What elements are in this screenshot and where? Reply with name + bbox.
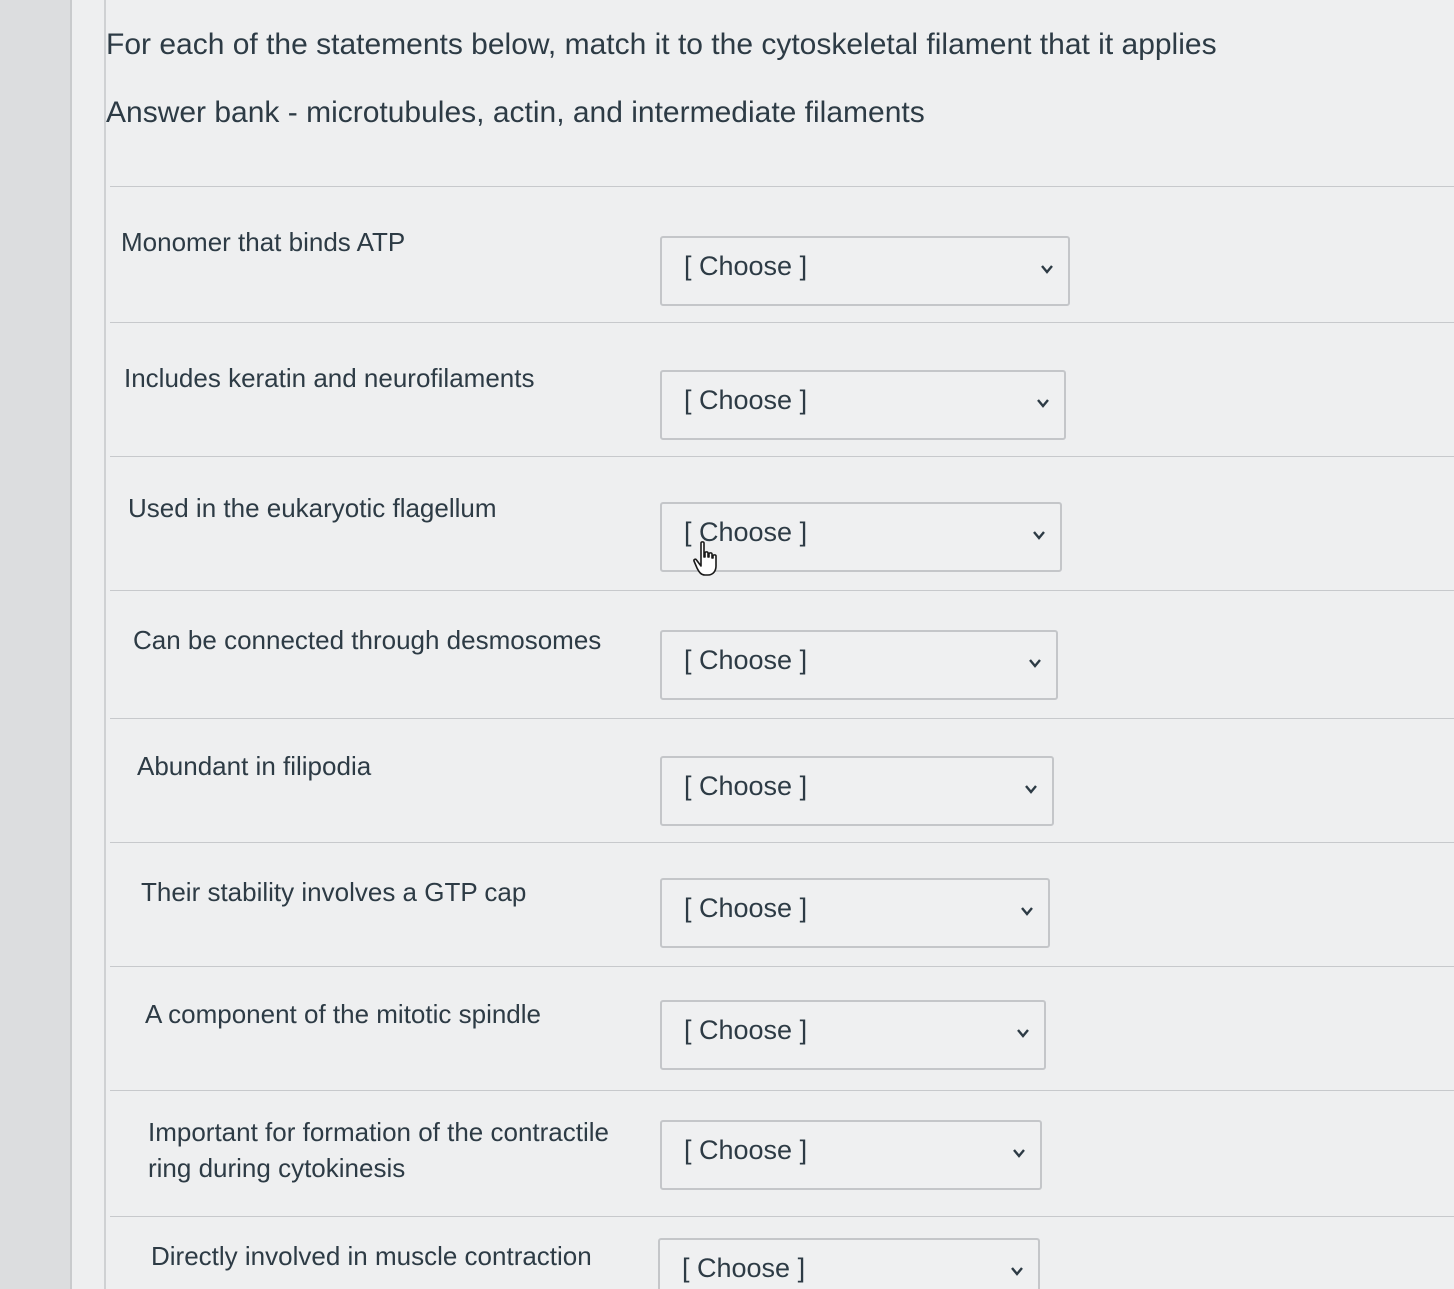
- dropdown-value: [ Choose ]: [684, 771, 808, 801]
- chevron-down-icon: [1013, 1149, 1025, 1158]
- divider: [110, 842, 1454, 843]
- dropdown-value: [ Choose ]: [684, 1015, 808, 1045]
- answer-dropdown[interactable]: [ Choose ]: [660, 370, 1066, 440]
- chevron-down-icon: [1021, 907, 1033, 916]
- chevron-down-icon: [1025, 785, 1037, 794]
- statement-label: Their stability involves a GTP cap: [141, 877, 527, 907]
- statement-label: Used in the eukaryotic flagellum: [128, 493, 497, 523]
- divider: [110, 322, 1454, 323]
- dropdown-value: [ Choose ]: [684, 251, 808, 281]
- statement-label: Important for formation of the contracti…: [148, 1117, 609, 1183]
- divider: [110, 1090, 1454, 1091]
- divider: [110, 966, 1454, 967]
- answer-dropdown[interactable]: [ Choose ]: [660, 1120, 1042, 1190]
- statement-label: Abundant in filipodia: [137, 751, 372, 781]
- answer-dropdown[interactable]: [ Choose ]: [660, 878, 1050, 948]
- answer-dropdown[interactable]: [ Choose ]: [660, 756, 1054, 826]
- chevron-down-icon: [1017, 1029, 1029, 1038]
- dropdown-value: [ Choose ]: [684, 645, 808, 675]
- hand-pointer-icon: [693, 541, 717, 576]
- statement-label: A component of the mitotic spindle: [145, 999, 542, 1029]
- chevron-down-icon: [1041, 265, 1053, 274]
- chevron-down-icon: [1037, 399, 1049, 408]
- chevron-down-icon: [1033, 531, 1045, 540]
- answer-bank: Answer bank - microtubules, actin, and i…: [106, 96, 925, 129]
- statement-label: Monomer that binds ATP: [121, 227, 406, 257]
- dropdown-value: [ Choose ]: [684, 1135, 808, 1165]
- divider: [110, 718, 1454, 719]
- statement-label: Can be connected through desmosomes: [133, 625, 602, 655]
- divider: [110, 590, 1454, 591]
- dropdown-value: [ Choose ]: [684, 385, 808, 415]
- answer-dropdown[interactable]: [ Choose ]: [660, 1000, 1046, 1070]
- statement-label: Directly involved in muscle contraction: [151, 1241, 592, 1271]
- divider: [110, 186, 1454, 187]
- chevron-down-icon: [1029, 659, 1041, 668]
- dropdown-value: [ Choose ]: [682, 1253, 806, 1283]
- answer-dropdown[interactable]: [ Choose ]: [660, 236, 1070, 306]
- answer-dropdown[interactable]: [ Choose ]: [660, 630, 1058, 700]
- chevron-down-icon: [1011, 1267, 1023, 1276]
- dropdown-value: [ Choose ]: [684, 893, 808, 923]
- statement-label: Includes keratin and neurofilaments: [124, 363, 535, 393]
- divider: [110, 456, 1454, 457]
- content-border: [104, 0, 106, 1289]
- answer-dropdown[interactable]: [ Choose ]: [658, 1238, 1040, 1289]
- divider: [110, 1216, 1454, 1217]
- question-instructions: For each of the statements below, match …: [106, 28, 1217, 61]
- left-gutter: [0, 0, 72, 1289]
